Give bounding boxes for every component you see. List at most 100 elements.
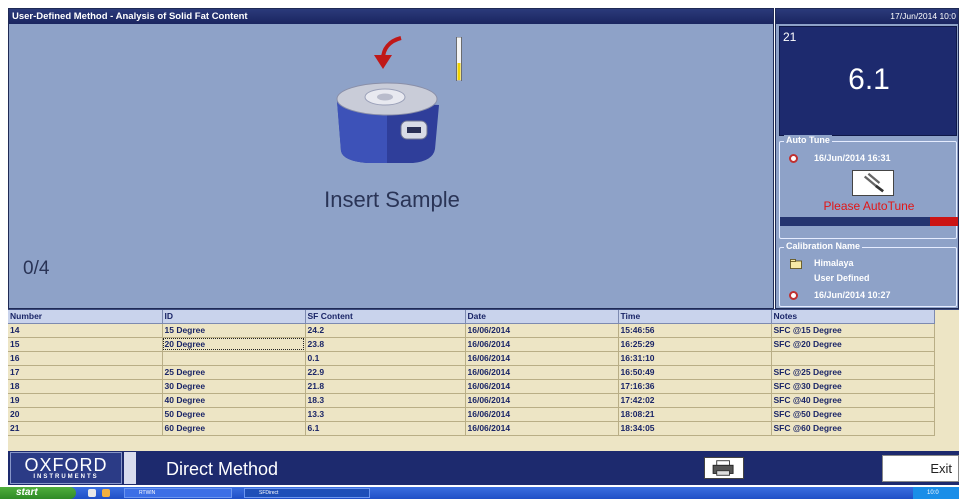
table-cell[interactable]: 16/06/2014 xyxy=(465,365,619,380)
logo-divider xyxy=(124,452,136,484)
calibration-group: Calibration Name Himalaya User Defined 1… xyxy=(779,241,957,307)
folder-icon xyxy=(790,259,802,269)
reading-value: 6.1 xyxy=(848,63,890,96)
insert-arrow-icon xyxy=(374,36,402,69)
auto-tune-date: 16/Jun/2014 16:31 xyxy=(814,153,891,163)
taskbar-item[interactable]: SFDirect xyxy=(244,488,370,498)
start-button[interactable]: start xyxy=(0,487,76,499)
bottom-bar: OXFORD INSTRUMENTS Direct Method Exit xyxy=(8,451,959,485)
auto-tune-title: Auto Tune xyxy=(784,135,832,145)
table-cell[interactable]: 16/06/2014 xyxy=(465,393,619,408)
column-header[interactable]: ID xyxy=(162,310,306,324)
exit-button[interactable]: Exit xyxy=(882,455,959,482)
table-row[interactable]: 14 15 Degree 24.2 16/06/2014 15:46:56 SFC @15… xyxy=(8,323,935,338)
table-cell[interactable]: 16:50:49 xyxy=(618,365,772,380)
table-row[interactable]: 20 50 Degree 13.3 16/06/2014 18:08:21 SFC @50… xyxy=(8,407,935,422)
taskbar-item[interactable]: RTWIN xyxy=(124,488,232,498)
table-cell[interactable]: 16/06/2014 xyxy=(465,421,619,436)
table-cell[interactable]: SFC @50 Degree xyxy=(771,407,935,422)
table-cell[interactable]: SFC @40 Degree xyxy=(771,393,935,408)
table-cell[interactable]: 22.9 xyxy=(305,365,466,380)
table-cell[interactable]: 16/06/2014 xyxy=(465,351,619,366)
table-cell[interactable]: 20 xyxy=(8,407,163,422)
table-cell[interactable]: 16:25:29 xyxy=(618,337,772,352)
table-cell[interactable]: 21 xyxy=(8,421,163,436)
table-cell[interactable]: 24.2 xyxy=(305,323,466,338)
results-table[interactable]: Number ID SF Content Date Time Notes 14 1… xyxy=(8,309,959,451)
table-cell[interactable]: 18 xyxy=(8,379,163,394)
window-title: User-Defined Method - Analysis of Solid … xyxy=(9,9,773,24)
print-button[interactable] xyxy=(704,457,744,479)
table-cell[interactable]: SFC @60 Degree xyxy=(771,421,935,436)
table-cell[interactable]: 19 xyxy=(8,393,163,408)
system-tray-clock: 10:0 xyxy=(913,487,959,499)
column-header[interactable]: Number xyxy=(8,310,163,324)
table-cell[interactable]: 17:42:02 xyxy=(618,393,772,408)
table-cell[interactable]: 30 Degree xyxy=(162,379,306,394)
calibration-type: User Defined xyxy=(814,273,870,283)
thermometer-icon xyxy=(456,37,462,81)
table-cell[interactable]: 17:16:36 xyxy=(618,379,772,394)
sample-progress: 0/4 xyxy=(23,258,50,279)
current-datetime: 17/Jun/2014 10:0 xyxy=(776,9,958,24)
table-cell[interactable]: 18.3 xyxy=(305,393,466,408)
quick-launch-icon[interactable] xyxy=(102,489,110,497)
reading-number: 21 xyxy=(783,30,797,44)
table-cell[interactable]: 0.1 xyxy=(305,351,466,366)
table-cell[interactable]: 13.3 xyxy=(305,407,466,422)
calibration-title: Calibration Name xyxy=(784,241,863,251)
windows-taskbar: start RTWIN SFDirect 10:0 xyxy=(0,487,959,499)
column-header[interactable]: Date xyxy=(465,310,619,324)
table-cell[interactable]: 14 xyxy=(8,323,163,338)
table-cell[interactable]: 18:08:21 xyxy=(618,407,772,422)
table-cell[interactable]: 17 xyxy=(8,365,163,380)
table-cell[interactable]: 21.8 xyxy=(305,379,466,394)
table-cell[interactable]: SFC @30 Degree xyxy=(771,379,935,394)
table-row[interactable]: 18 30 Degree 21.8 16/06/2014 17:16:36 SFC @30… xyxy=(8,379,935,394)
table-header: Number ID SF Content Date Time Notes xyxy=(8,310,935,324)
quick-launch-icon[interactable] xyxy=(88,489,96,497)
table-cell[interactable]: 16/06/2014 xyxy=(465,323,619,338)
table-cell[interactable]: 6.1 xyxy=(305,421,466,436)
table-cell[interactable]: 20 Degree xyxy=(162,337,306,352)
clock-icon xyxy=(789,291,798,300)
table-cell[interactable]: 16:31:10 xyxy=(618,351,772,366)
column-header[interactable]: Notes xyxy=(771,310,935,324)
table-cell[interactable] xyxy=(162,351,306,366)
table-cell[interactable]: 25 Degree xyxy=(162,365,306,380)
table-cell[interactable]: 23.8 xyxy=(305,337,466,352)
column-header[interactable]: Time xyxy=(618,310,772,324)
table-cell[interactable]: SFC @15 Degree xyxy=(771,323,935,338)
table-cell[interactable]: 16 xyxy=(8,351,163,366)
table-cell[interactable]: 16/06/2014 xyxy=(465,379,619,394)
auto-tune-warning: Please AutoTune xyxy=(823,199,915,213)
table-cell[interactable]: 16/06/2014 xyxy=(465,337,619,352)
auto-tune-status-alert xyxy=(930,217,958,226)
oxford-instruments-logo: OXFORD INSTRUMENTS xyxy=(10,452,122,484)
table-cell[interactable]: 50 Degree xyxy=(162,407,306,422)
auto-tune-status-bar xyxy=(780,217,958,226)
column-header[interactable]: SF Content xyxy=(305,310,466,324)
table-cell[interactable]: 15:46:56 xyxy=(618,323,772,338)
table-cell[interactable]: 40 Degree xyxy=(162,393,306,408)
table-cell[interactable]: 18:34:05 xyxy=(618,421,772,436)
table-row[interactable]: 17 25 Degree 22.9 16/06/2014 16:50:49 SFC @25… xyxy=(8,365,935,380)
nmr-analyser-icon xyxy=(336,82,439,163)
table-row[interactable]: 15 20 Degree 23.8 16/06/2014 16:25:29 SFC @20… xyxy=(8,337,935,352)
table-cell[interactable]: 16/06/2014 xyxy=(465,407,619,422)
table-row[interactable]: 16 0.1 16/06/2014 16:31:10 xyxy=(8,351,935,366)
table-row[interactable]: 21 60 Degree 6.1 16/06/2014 18:34:05 SFC @60 … xyxy=(8,421,935,436)
table-cell[interactable]: 15 Degree xyxy=(162,323,306,338)
table-cell[interactable]: 60 Degree xyxy=(162,421,306,436)
table-cell[interactable]: SFC @20 Degree xyxy=(771,337,935,352)
auto-tune-button[interactable] xyxy=(852,170,894,196)
calibration-name: Himalaya xyxy=(814,258,854,268)
table-cell[interactable]: SFC @25 Degree xyxy=(771,365,935,380)
table-cell[interactable]: 15 xyxy=(8,337,163,352)
table-cell[interactable] xyxy=(771,351,935,366)
clock-icon xyxy=(789,154,798,163)
latest-reading: 21 6.1 xyxy=(779,26,957,136)
table-row[interactable]: 19 40 Degree 18.3 16/06/2014 17:42:02 SFC @40… xyxy=(8,393,935,408)
logo-subtitle: INSTRUMENTS xyxy=(33,474,99,480)
tuning-fork-icon xyxy=(863,172,884,193)
